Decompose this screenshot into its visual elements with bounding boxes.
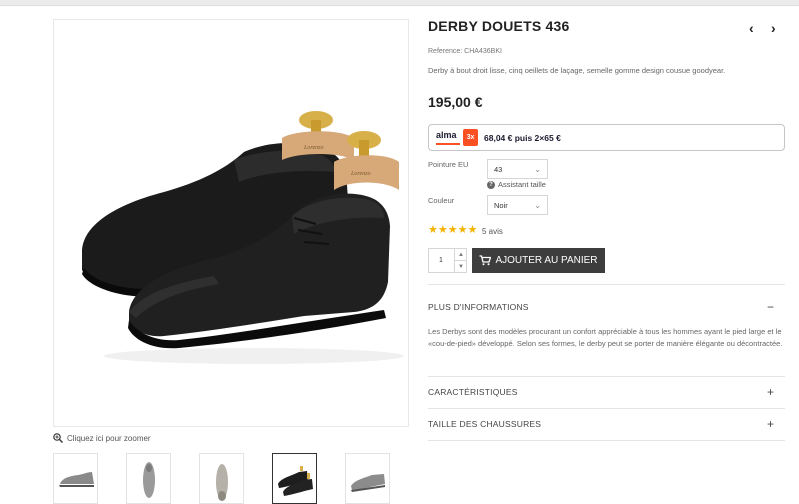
thumbnail-sole-view[interactable] bbox=[199, 453, 244, 504]
product-price: 195,00 € bbox=[428, 94, 483, 110]
add-to-cart-button[interactable]: AJOUTER AU PANIER bbox=[472, 248, 605, 273]
main-product-image[interactable]: Lorenzo Lorenzo bbox=[53, 19, 409, 427]
chevron-down-icon: ⌄ bbox=[534, 201, 541, 210]
rating-stars[interactable]: ★★★★★ bbox=[428, 225, 477, 236]
quantity-increase-button[interactable]: ▲ bbox=[454, 249, 467, 261]
color-value: Noir bbox=[494, 201, 508, 210]
cart-icon bbox=[479, 255, 492, 266]
alma-logo: alma bbox=[436, 130, 460, 145]
magnifier-plus-icon bbox=[53, 433, 63, 443]
thumbnail-side-view[interactable] bbox=[53, 453, 98, 504]
alma-3x-badge: 3x bbox=[463, 129, 478, 146]
chevron-down-icon: ⌄ bbox=[534, 165, 541, 174]
product-short-description: Derby à bout droit lisse, cinq oeillets … bbox=[428, 66, 726, 75]
size-select[interactable]: 43 ⌄ bbox=[487, 159, 548, 179]
thumbnail-pair-view[interactable] bbox=[272, 453, 317, 504]
alma-installment-text: 68,04 € puis 2×65 € bbox=[484, 133, 561, 143]
star-icon: ★★★★★ bbox=[428, 224, 478, 236]
zoom-link[interactable]: Cliquez ici pour zoomer bbox=[53, 433, 151, 443]
thumbnail-top-view[interactable] bbox=[126, 453, 171, 504]
color-label: Couleur bbox=[428, 196, 455, 205]
divider bbox=[428, 376, 785, 377]
alma-installment-widget[interactable]: alma 3x 68,04 € puis 2×65 € bbox=[428, 124, 785, 151]
prev-product-chevron-icon[interactable]: ‹ bbox=[749, 20, 754, 36]
size-value: 43 bbox=[494, 165, 503, 174]
quantity-value[interactable]: 1 bbox=[439, 257, 443, 264]
expand-plus-icon[interactable]: + bbox=[767, 418, 774, 430]
quantity-decrease-button[interactable]: ▼ bbox=[454, 261, 467, 273]
quantity-stepper[interactable]: 1 ▲ ▼ bbox=[428, 248, 467, 273]
expand-plus-icon[interactable]: + bbox=[767, 386, 774, 398]
question-circle-icon: ? bbox=[487, 180, 495, 189]
accordion-shoe-size-title[interactable]: TAILLE DES CHAUSSURES bbox=[428, 419, 541, 429]
product-title: DERBY DOUETS 436 bbox=[428, 18, 570, 34]
product-reference: Reference: CHA436BKI bbox=[428, 48, 502, 55]
accordion-more-info-content: Les Derbys sont des modèles procurant un… bbox=[428, 327, 783, 348]
thumbnail-three-quarter-view[interactable] bbox=[345, 453, 390, 504]
size-assistant-label: Assistant taille bbox=[498, 180, 546, 189]
thumbnail-strip bbox=[53, 453, 390, 504]
svg-text:Lorenzo: Lorenzo bbox=[350, 171, 370, 177]
shoe-pair-illustration: Lorenzo Lorenzo bbox=[82, 111, 404, 364]
add-to-cart-label: AJOUTER AU PANIER bbox=[495, 255, 598, 266]
svg-text:Lorenzo: Lorenzo bbox=[303, 145, 323, 151]
top-bar bbox=[0, 0, 799, 6]
review-count-link[interactable]: 5 avis bbox=[482, 227, 503, 236]
divider bbox=[428, 440, 785, 441]
next-product-chevron-icon[interactable]: › bbox=[771, 20, 776, 36]
color-select[interactable]: Noir ⌄ bbox=[487, 195, 548, 215]
size-label: Pointure EU bbox=[428, 160, 469, 169]
size-assistant-link[interactable]: ? Assistant taille bbox=[487, 180, 546, 189]
zoom-label: Cliquez ici pour zoomer bbox=[67, 433, 151, 443]
collapse-minus-icon[interactable]: − bbox=[767, 301, 774, 313]
divider bbox=[428, 408, 785, 409]
accordion-more-info-title[interactable]: PLUS D'INFORMATIONS bbox=[428, 302, 529, 312]
accordion-characteristics-title[interactable]: CARACTÉRISTIQUES bbox=[428, 387, 518, 397]
divider bbox=[428, 284, 785, 285]
